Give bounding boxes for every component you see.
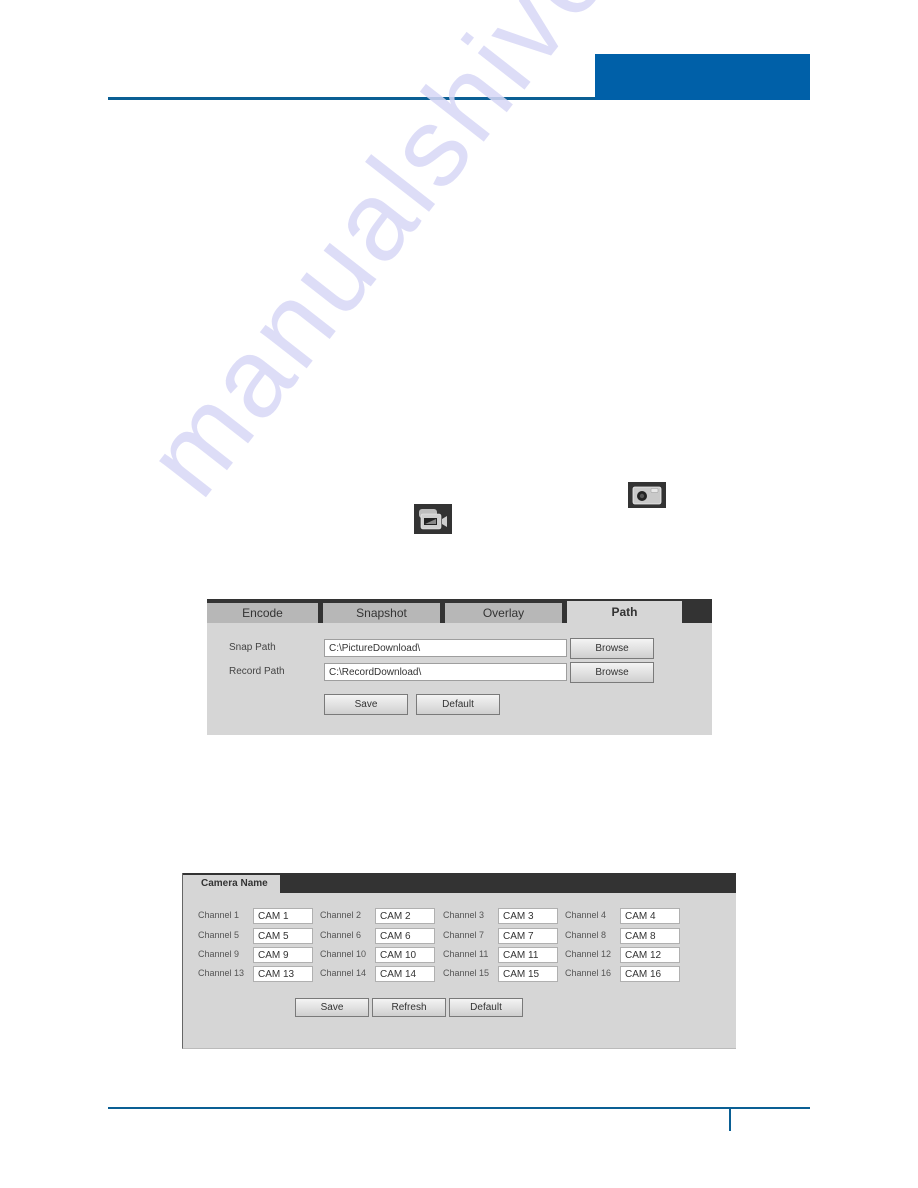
record-path-input[interactable]: [324, 663, 567, 681]
snap-path-browse-button[interactable]: Browse: [570, 638, 654, 659]
channel-label: Channel 10: [320, 949, 367, 959]
channel-label: Channel 5: [198, 930, 240, 940]
camera-default-button[interactable]: Default: [449, 998, 523, 1017]
record-path-label: Record Path: [229, 666, 285, 677]
channel-label: Channel 15: [443, 968, 490, 978]
channel-label: Channel 6: [320, 930, 362, 940]
tab-encode[interactable]: Encode: [207, 603, 318, 623]
footer-rule: [108, 1107, 810, 1109]
path-tab-bar: Encode Snapshot Overlay Path: [207, 599, 712, 623]
camera-save-button[interactable]: Save: [295, 998, 369, 1017]
channel-name-input[interactable]: [375, 947, 435, 963]
snap-path-input[interactable]: [324, 639, 567, 657]
channel-name-input[interactable]: [253, 928, 313, 944]
snapshot-camera-icon: [628, 482, 666, 508]
channel-name-input[interactable]: [253, 908, 313, 924]
channel-name-input[interactable]: [253, 966, 313, 982]
channel-name-input[interactable]: [498, 966, 558, 982]
camera-refresh-button[interactable]: Refresh: [372, 998, 446, 1017]
channel-name-input[interactable]: [375, 966, 435, 982]
channel-label: Channel 7: [443, 930, 485, 940]
channel-name-input[interactable]: [620, 947, 680, 963]
channel-name-input[interactable]: [375, 928, 435, 944]
channel-label: Channel 12: [565, 949, 612, 959]
camera-name-tab-bar: Camera Name: [183, 873, 736, 893]
snap-path-label: Snap Path: [229, 642, 276, 653]
channel-label: Channel 13: [198, 968, 245, 978]
channel-name-input[interactable]: [498, 928, 558, 944]
footer-page-divider: [729, 1109, 731, 1131]
channel-label: Channel 9: [198, 949, 240, 959]
tab-snapshot[interactable]: Snapshot: [323, 603, 440, 623]
record-path-browse-button[interactable]: Browse: [570, 662, 654, 683]
tab-overlay[interactable]: Overlay: [445, 603, 562, 623]
header-rule: [108, 97, 595, 100]
camera-name-panel: Camera Name Channel 1 Channel 2 Channel 3 C…: [182, 873, 736, 1049]
channel-label: Channel 3: [443, 910, 485, 920]
channel-name-input[interactable]: [498, 908, 558, 924]
header-chapter-block: [595, 54, 810, 100]
channel-label: Channel 2: [320, 910, 362, 920]
channel-label: Channel 11: [443, 949, 489, 959]
channel-label: Channel 4: [565, 910, 607, 920]
channel-label: Channel 1: [198, 910, 240, 920]
channel-name-input[interactable]: [620, 908, 680, 924]
path-save-button[interactable]: Save: [324, 694, 408, 715]
channel-name-input[interactable]: [620, 966, 680, 982]
channel-label: Channel 16: [565, 968, 612, 978]
channel-name-input[interactable]: [498, 947, 558, 963]
channel-name-input[interactable]: [620, 928, 680, 944]
tab-path[interactable]: Path: [567, 601, 682, 623]
path-settings-panel: Encode Snapshot Overlay Path Snap Path B…: [207, 599, 712, 735]
video-record-icon: [414, 504, 452, 534]
channel-label: Channel 14: [320, 968, 367, 978]
tab-camera-name[interactable]: Camera Name: [183, 875, 280, 893]
channel-label: Channel 8: [565, 930, 607, 940]
channel-name-input[interactable]: [253, 947, 313, 963]
channel-name-input[interactable]: [375, 908, 435, 924]
path-default-button[interactable]: Default: [416, 694, 500, 715]
